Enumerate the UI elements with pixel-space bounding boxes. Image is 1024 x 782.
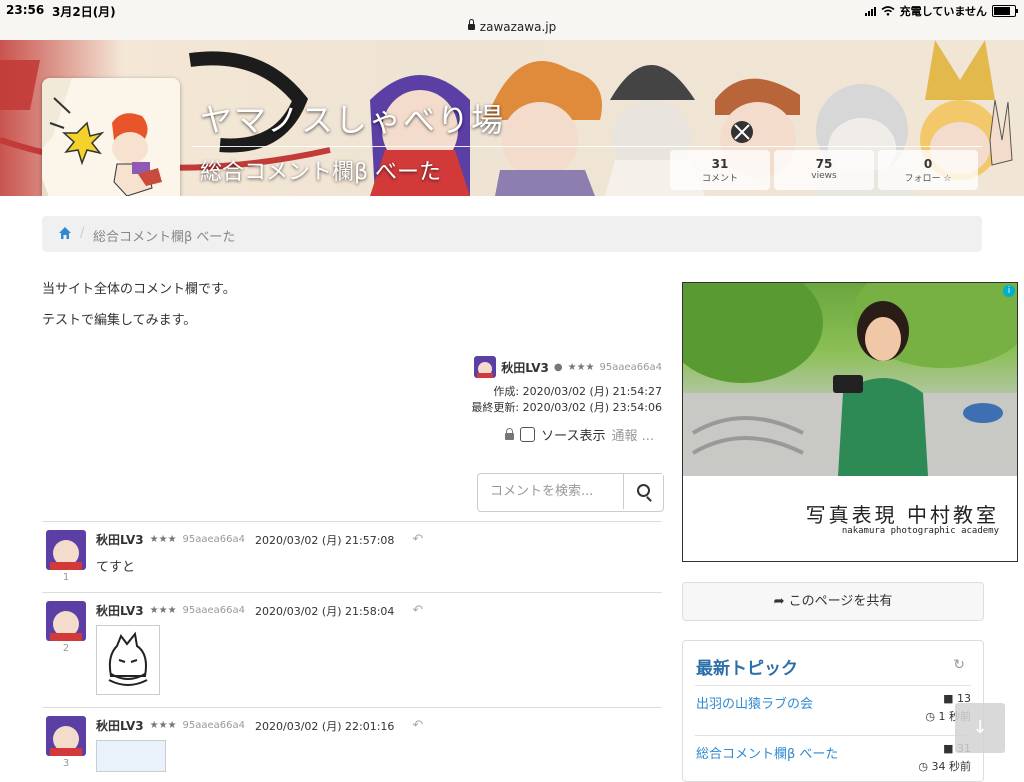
comment-date: 2020/03/02 (月) 21:58:04 <box>255 604 395 618</box>
comment-search <box>477 473 664 512</box>
status-date: 3月2日(月) <box>52 5 116 19</box>
page-description-line2: テストで編集してみます。 <box>42 313 197 328</box>
topic-time: ◷ 34 秒前 <box>918 758 971 774</box>
logo-illustration <box>42 78 180 196</box>
search-input[interactable] <box>478 474 623 509</box>
comment-text: てすと <box>96 560 136 575</box>
page-tools: ソース表示 通報 ... <box>505 425 654 444</box>
arrow-down-icon: ↓ <box>972 717 988 738</box>
stat-follow-label: フォロー ☆ <box>904 174 952 184</box>
comment-user-id: 95aaea66a4 <box>182 534 246 545</box>
reply-icon[interactable]: ↶ <box>412 532 423 547</box>
latest-topics-title: 最新トピック <box>696 659 798 679</box>
author-id: 95aaea66a4 <box>599 361 662 373</box>
topic-link[interactable]: 出羽の山猿ラブの会 <box>696 693 813 712</box>
status-indicators: 充電していません <box>864 3 1018 19</box>
comment-image[interactable] <box>96 625 160 695</box>
source-toggle[interactable]: ソース表示 <box>541 425 605 444</box>
comment-author[interactable]: 秋田LV3 <box>96 717 144 734</box>
stat-comments-value: 31 <box>711 157 729 171</box>
status-bar: 23:56 3月2日(月) zawazawa.jp 充電していません <box>0 0 1024 40</box>
comment-divider <box>42 521 662 522</box>
comment-rank: ★★★ <box>149 605 177 616</box>
reply-icon[interactable]: ↶ <box>412 603 423 618</box>
stat-views-label: views <box>811 171 837 181</box>
topic-link[interactable]: 総合コメント欄β べーた <box>696 743 838 762</box>
page-description-line1: 当サイト全体のコメント欄です。 <box>42 282 236 297</box>
avatar[interactable] <box>46 601 86 641</box>
share-label: このページを共有 <box>788 594 893 609</box>
ad-info-icon[interactable]: i <box>1003 285 1015 297</box>
clock-icon: ◷ <box>918 760 932 773</box>
stat-follow[interactable]: 0 フォロー ☆ <box>878 150 978 190</box>
report-link[interactable]: 通報 ... <box>611 425 654 444</box>
topic-divider <box>695 735 971 736</box>
stat-views-value: 75 <box>815 157 833 171</box>
advertisement[interactable]: i 写真表現 中村教室 nakamura photographic academ… <box>682 282 1018 562</box>
breadcrumb: / 総合コメント欄β べーた <box>42 216 982 252</box>
stat-follow-value: 0 <box>923 157 933 171</box>
wifi-icon <box>881 6 895 16</box>
ad-title: 写真表現 中村教室 <box>805 503 999 527</box>
site-title[interactable]: ヤマノスしゃべり場 <box>200 95 505 141</box>
comment-image[interactable] <box>96 740 166 772</box>
latest-topics-panel: 最新トピック ↻ 出羽の山猿ラブの会 ■ 13 ◷ 1 秒前 総合コメント欄β … <box>682 640 984 782</box>
avatar[interactable] <box>46 716 86 756</box>
topic-time-value: 34 秒前 <box>931 760 972 773</box>
page-subtitle: 総合コメント欄β べーた <box>200 160 442 185</box>
comment-number[interactable]: 2 <box>46 643 86 654</box>
lock-icon <box>467 19 475 30</box>
ad-photo <box>683 283 1017 476</box>
site-logo[interactable] <box>42 78 180 196</box>
stat-views[interactable]: 75 views <box>774 150 874 190</box>
source-checkbox[interactable] <box>520 427 536 442</box>
comment-number[interactable]: 1 <box>46 572 86 583</box>
lock-icon <box>505 428 515 440</box>
stat-comments-label: コメント <box>701 174 738 184</box>
created-date: 作成: 2020/03/02 (月) 21:54:27 <box>493 385 662 398</box>
stat-comments[interactable]: 31 コメント <box>670 150 770 190</box>
author-rank: ★★★ <box>567 361 595 373</box>
comment-author[interactable]: 秋田LV3 <box>96 602 144 619</box>
comment-user-id: 95aaea66a4 <box>182 720 246 731</box>
comment-user-id: 95aaea66a4 <box>182 605 246 616</box>
share-button[interactable]: ➦ このページを共有 <box>682 582 984 621</box>
breadcrumb-separator: / <box>80 226 85 241</box>
clock-icon: ◷ <box>925 710 939 723</box>
comment-rank: ★★★ <box>149 720 177 731</box>
author-name[interactable]: 秋田LV3 <box>501 359 549 376</box>
signal-icon <box>864 6 876 16</box>
battery-icon <box>992 5 1018 17</box>
avatar[interactable] <box>46 530 86 570</box>
url-text: zawazawa.jp <box>479 20 557 34</box>
topic-divider <box>695 685 971 686</box>
page-author[interactable]: 秋田LV3 ● ★★★ 95aaea66a4 <box>474 356 662 378</box>
reply-icon[interactable]: ↶ <box>412 718 423 733</box>
charging-status: 充電していません <box>899 5 987 18</box>
updated-date: 最終更新: 2020/03/02 (月) 23:54:06 <box>471 401 662 414</box>
address-bar[interactable]: zawazawa.jp <box>0 19 1024 34</box>
refresh-icon[interactable]: ↻ <box>953 657 965 673</box>
share-icon: ➦ <box>773 594 785 609</box>
home-icon[interactable] <box>58 226 72 240</box>
comment-rank: ★★★ <box>149 534 177 545</box>
search-button[interactable] <box>623 474 663 509</box>
title-divider <box>192 146 982 147</box>
breadcrumb-current: 総合コメント欄β べーた <box>93 230 236 245</box>
search-icon <box>637 484 650 497</box>
comment-date: 2020/03/02 (月) 21:57:08 <box>255 533 395 547</box>
comment-author[interactable]: 秋田LV3 <box>96 531 144 548</box>
comment-divider <box>42 707 662 708</box>
comment-divider <box>42 592 662 593</box>
user-icon: ● <box>553 361 563 373</box>
ad-subtitle: nakamura photographic academy <box>841 526 999 536</box>
scroll-down-button[interactable]: ↓ <box>955 703 1005 753</box>
comment-number[interactable]: 3 <box>46 758 86 769</box>
avatar[interactable] <box>474 356 497 378</box>
comment-date: 2020/03/02 (月) 22:01:16 <box>255 719 395 733</box>
clock: 23:56 <box>6 3 45 17</box>
